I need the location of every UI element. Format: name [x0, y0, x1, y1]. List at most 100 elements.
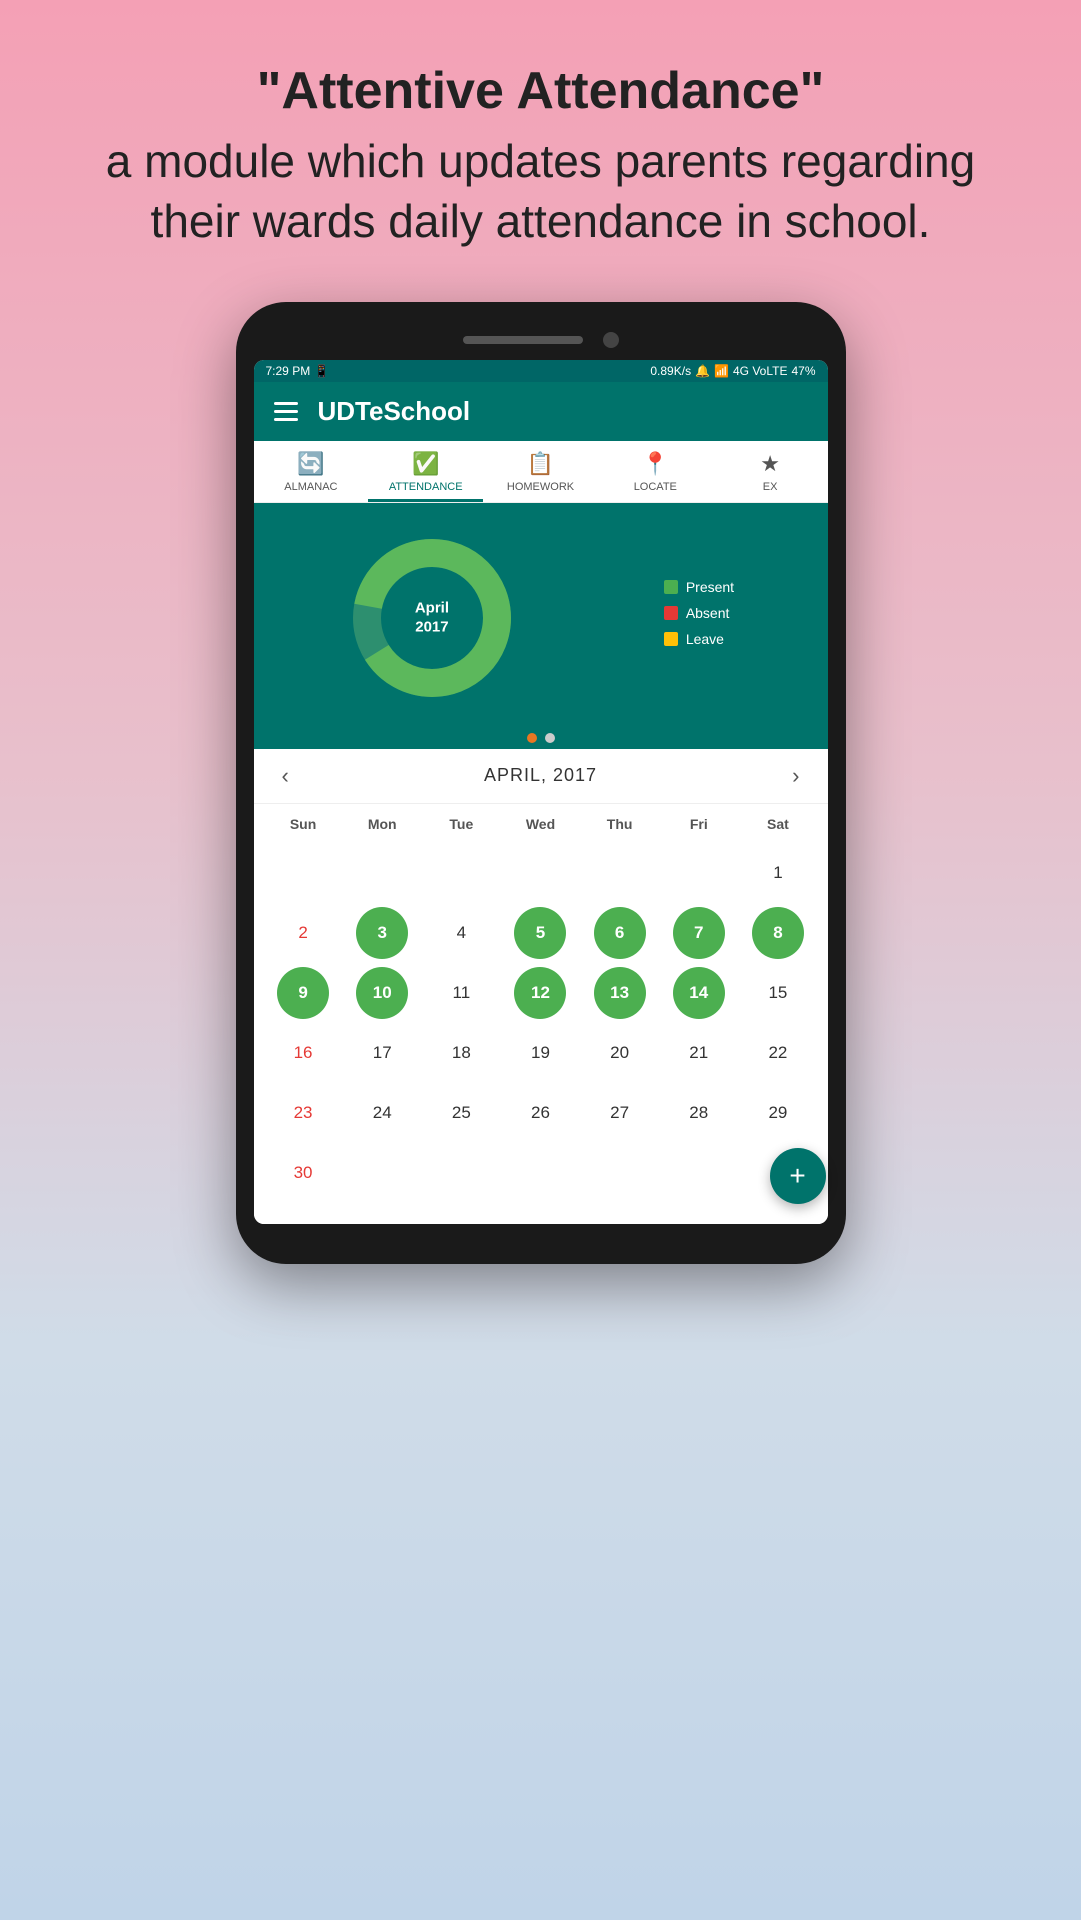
cal-day-2-6[interactable]: 15 — [752, 967, 804, 1019]
chart-dot-1[interactable] — [527, 733, 537, 743]
tab-bar: 🔄 ALMANAC ✅ ATTENDANCE 📋 HOMEWORK 📍 LOCA… — [254, 441, 828, 503]
cal-day-4-1[interactable]: 24 — [356, 1087, 408, 1139]
tab-attendance[interactable]: ✅ ATTENDANCE — [368, 441, 483, 502]
cal-day-1-5[interactable]: 7 — [673, 907, 725, 959]
cal-day-2-4[interactable]: 13 — [594, 967, 646, 1019]
extra-icon: ★ — [760, 451, 780, 477]
tab-homework-label: HOMEWORK — [507, 481, 574, 493]
tab-attendance-label: ATTENDANCE — [389, 481, 463, 493]
cal-day-3-5[interactable]: 21 — [673, 1027, 725, 1079]
cal-day-5-2 — [435, 1147, 487, 1199]
donut-chart: April 2017 — [347, 533, 517, 703]
status-time: 7:29 PM 📱 — [266, 364, 330, 378]
cal-day-4-2[interactable]: 25 — [435, 1087, 487, 1139]
cal-day-0-6[interactable]: 1 — [752, 847, 804, 899]
cal-day-0-5 — [673, 847, 725, 899]
cal-day-0-4 — [594, 847, 646, 899]
cal-day-3-6[interactable]: 22 — [752, 1027, 804, 1079]
next-month-button[interactable]: › — [784, 763, 807, 789]
tab-almanac[interactable]: 🔄 ALMANAC — [254, 441, 369, 502]
cal-day-5-3 — [514, 1147, 566, 1199]
app-title: UDTeSchool — [318, 396, 471, 427]
chart-dots — [254, 723, 828, 749]
calendar-nav: ‹ APRIL, 2017 › — [254, 749, 828, 804]
calendar-week-4: 16 17 18 19 20 21 22 — [264, 1024, 818, 1082]
phone-screen: 7:29 PM 📱 0.89K/s 🔔 📶 4G VoLTE 47% UDTeS… — [254, 360, 828, 1224]
phone-speaker — [463, 336, 583, 344]
cal-day-4-4[interactable]: 27 — [594, 1087, 646, 1139]
calendar-grid: Sun Mon Tue Wed Thu Fri Sat 123456789101… — [254, 804, 828, 1224]
calendar-week-5: 23 24 25 26 27 28 29 — [264, 1084, 818, 1142]
chart-section: April 2017 Present Absent Leave — [254, 503, 828, 723]
cal-day-4-5[interactable]: 28 — [673, 1087, 725, 1139]
calendar-month-title: APRIL, 2017 — [484, 765, 597, 786]
day-header-tue: Tue — [422, 812, 501, 836]
prev-month-button[interactable]: ‹ — [274, 763, 297, 789]
phone-camera — [603, 332, 619, 348]
attendance-icon: ✅ — [412, 451, 439, 477]
promo-headline: "Attentive Attendance" — [80, 60, 1001, 122]
cal-day-1-2[interactable]: 4 — [435, 907, 487, 959]
homework-icon: 📋 — [527, 451, 554, 477]
leave-label: Leave — [686, 631, 724, 647]
legend-present: Present — [664, 579, 734, 595]
absent-label: Absent — [686, 605, 730, 621]
cal-day-2-0[interactable]: 9 — [277, 967, 329, 1019]
hamburger-menu[interactable] — [274, 402, 298, 421]
donut-center-label: April 2017 — [415, 598, 449, 637]
fab-button[interactable]: + — [770, 1148, 826, 1204]
cal-day-2-1[interactable]: 10 — [356, 967, 408, 1019]
legend-leave: Leave — [664, 631, 734, 647]
cal-day-2-3[interactable]: 12 — [514, 967, 566, 1019]
cal-day-5-0[interactable]: 30 — [277, 1147, 329, 1199]
tab-locate[interactable]: 📍 LOCATE — [598, 441, 713, 502]
calendar-week-2: 2345678 — [264, 904, 818, 962]
cal-day-3-1[interactable]: 17 — [356, 1027, 408, 1079]
status-bar: 7:29 PM 📱 0.89K/s 🔔 📶 4G VoLTE 47% — [254, 360, 828, 382]
day-header-wed: Wed — [501, 812, 580, 836]
cal-day-3-0[interactable]: 16 — [277, 1027, 329, 1079]
cal-day-1-6[interactable]: 8 — [752, 907, 804, 959]
calendar-section: ‹ APRIL, 2017 › Sun Mon Tue Wed Thu Fri … — [254, 749, 828, 1224]
chart-legend: Present Absent Leave — [664, 579, 734, 657]
cal-day-4-0[interactable]: 23 — [277, 1087, 329, 1139]
cal-day-3-2[interactable]: 18 — [435, 1027, 487, 1079]
locate-icon: 📍 — [642, 451, 669, 477]
app-header: UDTeSchool — [254, 382, 828, 441]
cal-day-0-1 — [356, 847, 408, 899]
present-color — [664, 580, 678, 594]
cal-day-5-1 — [356, 1147, 408, 1199]
calendar-header-row: Sun Mon Tue Wed Thu Fri Sat — [264, 804, 818, 844]
cal-day-0-0 — [277, 847, 329, 899]
cal-day-3-4[interactable]: 20 — [594, 1027, 646, 1079]
phone-notch — [254, 332, 828, 348]
absent-color — [664, 606, 678, 620]
promo-subheadline: a module which updates parents regarding… — [80, 132, 1001, 252]
status-indicators: 0.89K/s 🔔 📶 4G VoLTE 47% — [650, 364, 815, 378]
cal-day-1-1[interactable]: 3 — [356, 907, 408, 959]
phone-mockup: 7:29 PM 📱 0.89K/s 🔔 📶 4G VoLTE 47% UDTeS… — [236, 302, 846, 1264]
cal-day-5-5 — [673, 1147, 725, 1199]
tab-extra[interactable]: ★ EX — [713, 441, 828, 502]
cal-day-2-5[interactable]: 14 — [673, 967, 725, 1019]
tab-extra-label: EX — [763, 481, 778, 493]
cal-day-2-2[interactable]: 11 — [435, 967, 487, 1019]
cal-day-0-2 — [435, 847, 487, 899]
cal-day-1-4[interactable]: 6 — [594, 907, 646, 959]
cal-day-3-3[interactable]: 19 — [514, 1027, 566, 1079]
legend-absent: Absent — [664, 605, 734, 621]
calendar-week-3: 9 10 11 12 13 14 15 — [264, 964, 818, 1022]
cal-day-4-6[interactable]: 29 — [752, 1087, 804, 1139]
cal-day-4-3[interactable]: 26 — [514, 1087, 566, 1139]
tab-homework[interactable]: 📋 HOMEWORK — [483, 441, 598, 502]
day-header-sat: Sat — [738, 812, 817, 836]
cal-day-1-0[interactable]: 2 — [277, 907, 329, 959]
present-label: Present — [686, 579, 734, 595]
cal-day-1-3[interactable]: 5 — [514, 907, 566, 959]
calendar-weeks: 1234567891011121314151617181920212223242… — [264, 844, 818, 1202]
almanac-icon: 🔄 — [297, 451, 324, 477]
calendar-week-1: 1 — [264, 844, 818, 902]
chart-dot-2[interactable] — [545, 733, 555, 743]
cal-day-5-4 — [594, 1147, 646, 1199]
promo-text-block: "Attentive Attendance" a module which up… — [0, 0, 1081, 282]
